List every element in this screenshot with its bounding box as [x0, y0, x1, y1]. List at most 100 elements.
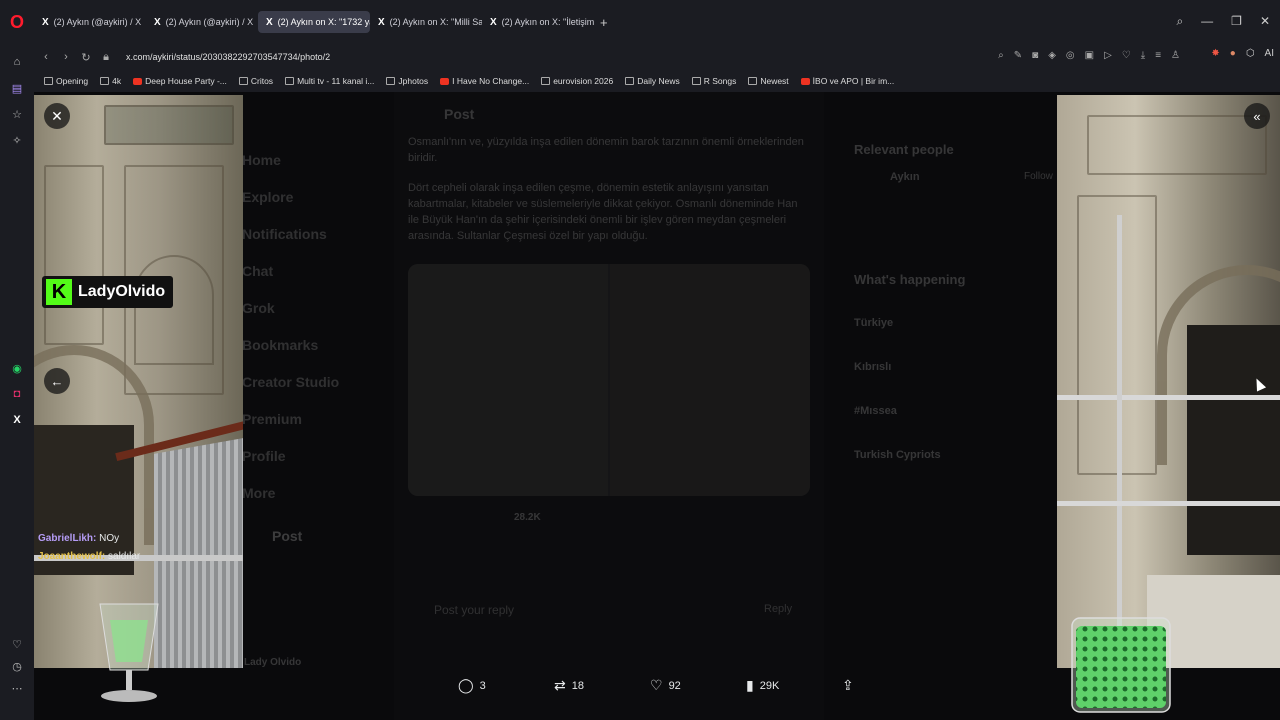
bookmark-item[interactable]: I Have No Change...: [440, 76, 529, 86]
reply-button[interactable]: Reply: [764, 603, 824, 615]
wallet-icon[interactable]: ▣: [1085, 50, 1094, 61]
nav-item[interactable]: More: [242, 475, 339, 512]
edit-icon[interactable]: ✎: [1014, 50, 1022, 61]
heart-icon[interactable]: ♡: [1122, 50, 1131, 61]
carved-arch: [134, 255, 214, 365]
bookmark-item[interactable]: Opening: [44, 76, 88, 86]
nav-item[interactable]: Home: [242, 142, 339, 179]
extension-icon[interactable]: ●: [1230, 48, 1236, 59]
bookmark-item[interactable]: Critos: [238, 76, 273, 86]
bookmark-item[interactable]: eurovision 2026: [541, 76, 613, 86]
workspace-icon[interactable]: ▤: [9, 80, 25, 96]
nav-item[interactable]: Chat: [242, 253, 339, 290]
reply-action[interactable]: ◯ 3: [458, 677, 554, 694]
nav-item[interactable]: Explore: [242, 179, 339, 216]
nav-item[interactable]: Bookmarks: [242, 327, 339, 364]
heart-sidebar-icon[interactable]: ♡: [9, 636, 25, 652]
post-image[interactable]: [610, 264, 810, 496]
minimize-icon[interactable]: —: [1201, 14, 1213, 29]
bookmark-item[interactable]: Jphotos: [386, 76, 428, 86]
views-count: 29K: [759, 679, 780, 692]
like-count: 92: [668, 679, 681, 692]
bookmark-item[interactable]: İBO ve APO | Bir im...: [800, 76, 894, 86]
restore-icon[interactable]: ❐: [1231, 14, 1242, 29]
aria-icon[interactable]: ✧: [9, 132, 25, 148]
x-logo-icon: X: [378, 16, 385, 28]
nav-item[interactable]: Premium: [242, 401, 339, 438]
camera-icon[interactable]: ◙: [1032, 50, 1038, 61]
photo-right-section[interactable]: [1057, 95, 1280, 668]
share-icon: ⇪: [842, 677, 854, 693]
new-tab-button[interactable]: +: [600, 15, 608, 30]
trend-item[interactable]: Kıbrıslı: [854, 361, 1054, 373]
x-sidebar-icon[interactable]: X: [9, 412, 25, 428]
youtube-icon: [133, 77, 143, 85]
back-icon[interactable]: ‹: [38, 51, 54, 63]
bookmark-item[interactable]: Daily News: [625, 76, 680, 86]
home-icon[interactable]: ⌂: [9, 54, 25, 70]
x-logo-icon: X: [490, 16, 497, 28]
opera-logo-icon[interactable]: O: [0, 0, 34, 44]
views-action[interactable]: ▮ 29K: [746, 677, 842, 694]
bookmark-item[interactable]: Deep House Party -...: [133, 76, 227, 86]
nav-item[interactable]: Grok: [242, 290, 339, 327]
folder-icon: [625, 77, 635, 85]
instagram-icon[interactable]: ◘: [9, 386, 25, 402]
trend-item[interactable]: Turkish Cypriots: [854, 449, 1054, 461]
shield-icon[interactable]: ◈: [1048, 50, 1056, 61]
profile-icon[interactable]: ♙: [1171, 50, 1180, 61]
ai-button[interactable]: AI: [1265, 48, 1274, 59]
x-logo-icon: X: [154, 16, 161, 28]
folder-icon: [100, 77, 110, 85]
like-action[interactable]: ♡ 92: [650, 677, 746, 694]
whatsapp-icon[interactable]: ◉: [9, 360, 25, 376]
vpn-icon[interactable]: ◎: [1066, 50, 1075, 61]
browser-tab-5[interactable]: X (2) Aykın on X: "İletişim Ba: [482, 11, 594, 33]
kick-logo: K: [46, 279, 72, 305]
extension-icon[interactable]: ✸: [1211, 48, 1219, 59]
bookmark-item[interactable]: Multi tv - 11 kanal i...: [285, 76, 374, 86]
search-icon[interactable]: ⌕: [1176, 14, 1183, 29]
bookmark-item[interactable]: 4k: [100, 76, 121, 86]
url-field[interactable]: x.com/aykiri/status/2030382292703547734/…: [126, 52, 330, 62]
menu-icon[interactable]: ≡: [1155, 50, 1161, 61]
post-views: 28.2K: [514, 512, 541, 523]
chat-username: Joaanthewolf:: [38, 551, 106, 562]
browser-tab-4[interactable]: X (2) Aykın on X: "Milli Savu: [370, 11, 482, 33]
repost-count: 18: [571, 679, 584, 692]
browser-tab-3[interactable]: X (2) Aykın on X: "1732 yap: [258, 11, 370, 33]
scaffold-pipe: [1057, 395, 1280, 400]
nav-item[interactable]: Notifications: [242, 216, 339, 253]
share-action[interactable]: ⇪: [842, 677, 938, 694]
cube-icon[interactable]: ⬡: [1246, 48, 1255, 59]
more-icon[interactable]: ⋯: [9, 680, 25, 696]
browser-tab-2[interactable]: X (2) Aykın (@aykiri) / X: [146, 11, 258, 33]
arrow-left-icon: ←: [50, 373, 64, 389]
reload-icon[interactable]: ↻: [78, 51, 94, 64]
forward-icon[interactable]: ›: [58, 51, 74, 63]
follow-button[interactable]: Follow: [1024, 171, 1054, 182]
star-icon[interactable]: ☆: [9, 106, 25, 122]
download-icon[interactable]: ⤓: [1141, 50, 1145, 61]
trend-item[interactable]: Türkiye: [854, 317, 1054, 329]
close-viewer-button[interactable]: ✕: [44, 103, 70, 129]
play-icon[interactable]: ▷: [1104, 50, 1112, 61]
nav-item[interactable]: Profile: [242, 438, 339, 475]
repost-action[interactable]: ⇄ 18: [554, 677, 650, 694]
glass-jar-overlay-icon: [1071, 617, 1171, 713]
nav-item[interactable]: Creator Studio: [242, 364, 339, 401]
previous-photo-button[interactable]: ←: [44, 368, 70, 394]
opera-sidebar: ⌂ ▤ ☆ ✧ ◉ ◘ X ♡ ◷ ⋯: [0, 44, 34, 720]
zoom-icon[interactable]: ⌕: [998, 50, 1004, 61]
bookmark-item[interactable]: R Songs: [691, 76, 736, 86]
post-button[interactable]: Post: [272, 518, 339, 555]
address-actions: ⌕ ✎ ◙ ◈ ◎ ▣ ▷ ♡ ⤓ ≡ ♙: [998, 50, 1180, 61]
close-window-icon[interactable]: ✕: [1260, 14, 1270, 29]
browser-tab-1[interactable]: X (2) Aykın (@aykiri) / X: [34, 11, 146, 33]
trend-item[interactable]: #Mıssea: [854, 405, 1054, 417]
bookmark-item[interactable]: Newest: [748, 76, 789, 86]
toggle-sidebar-button[interactable]: «: [1244, 103, 1270, 129]
post-image[interactable]: [408, 264, 608, 496]
window-controls: ⌕ — ❐ ✕: [1176, 14, 1270, 29]
history-icon[interactable]: ◷: [9, 658, 25, 674]
